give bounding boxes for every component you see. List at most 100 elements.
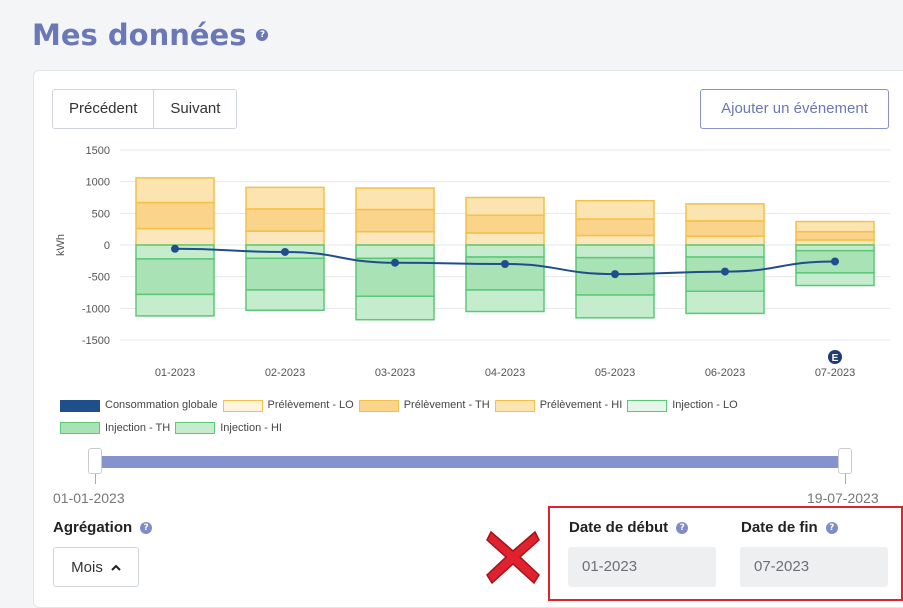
line-point — [501, 260, 509, 268]
aggregation-value: Mois — [71, 558, 103, 576]
legend-label: Injection - HI — [220, 421, 282, 434]
legend-label: Injection - TH — [105, 421, 171, 434]
x-tick-label: 01-2023 — [155, 367, 195, 379]
bar-segment — [465, 196, 545, 216]
aggregation-help-icon[interactable]: ? — [140, 521, 153, 534]
bar-segment — [245, 186, 325, 210]
range-start-tick — [95, 474, 96, 484]
legend-item[interactable]: Prélèvement - HI — [494, 396, 623, 415]
previous-button[interactable]: Précédent — [53, 90, 154, 128]
consumption-chart: 1500 1000 500 0 -500 -1000 -1500 kWh 01-2023 02-2… — [55, 145, 890, 379]
bar-segment — [575, 234, 655, 246]
x-tick-label: 03-2023 — [375, 367, 415, 379]
line-point — [281, 247, 289, 256]
event-marker-label: E — [832, 353, 839, 364]
chevron-up-icon — [111, 564, 121, 571]
bar-segment — [685, 290, 765, 315]
bar-segment — [685, 235, 765, 246]
aggregation-label: Agrégation ? — [53, 519, 153, 536]
x-tick-label: 02-2023 — [265, 367, 305, 379]
bar-segment — [245, 289, 325, 311]
y-tick-label: 0 — [104, 240, 110, 252]
line-point — [171, 244, 179, 253]
bar-segment — [355, 187, 435, 211]
bar-segment — [135, 258, 215, 296]
range-end-tick — [845, 474, 846, 484]
bar-segment — [465, 232, 545, 246]
bar-segment — [575, 218, 655, 237]
period-nav: Précédent Suivant — [52, 89, 238, 129]
legend-item[interactable]: Injection - TH — [60, 419, 170, 438]
line-point — [721, 267, 729, 276]
y-tick-label: -1000 — [82, 303, 110, 315]
bar-segment — [135, 177, 215, 204]
legend-swatch — [60, 422, 100, 434]
legend-label: Prélèvement - HI — [539, 399, 623, 411]
y-tick-label: -500 — [88, 272, 110, 284]
bar-segment — [795, 230, 875, 241]
next-button[interactable]: Suivant — [153, 90, 237, 128]
bar-segment — [465, 214, 545, 234]
legend-item[interactable]: Injection - LO — [627, 396, 738, 415]
bar-segment — [355, 244, 435, 260]
chart-legend: Consommation globale Prélèvement - LO Prél… — [60, 396, 840, 441]
date-range-slider-track[interactable] — [96, 456, 842, 468]
bar-segment — [245, 208, 325, 232]
bar-segment — [795, 239, 875, 246]
bar-segment — [245, 230, 325, 246]
bar-segment — [135, 293, 215, 317]
y-tick-label: 1500 — [86, 145, 110, 157]
legend-swatch — [60, 399, 100, 412]
legend-swatch — [222, 399, 263, 412]
highlight-box — [548, 506, 903, 601]
x-tick-label: 04-2023 — [485, 367, 525, 379]
legend-swatch — [358, 399, 399, 412]
range-end-label: 19-07-2023 — [807, 490, 879, 506]
bar-segment — [795, 220, 875, 233]
y-tick-label: 1000 — [86, 177, 110, 189]
bar-segment — [575, 244, 655, 259]
bar-segment — [245, 257, 325, 291]
bar-segment — [355, 230, 435, 246]
bar-segment — [795, 244, 875, 252]
bar-segment — [575, 199, 655, 220]
range-end-handle[interactable] — [838, 448, 852, 474]
add-event-button[interactable]: Ajouter un événement — [700, 89, 889, 129]
legend-label: Prélèvement - LO — [267, 399, 354, 411]
y-tick-label: -1500 — [82, 335, 110, 347]
legend-swatch — [494, 399, 535, 412]
x-tick-label: 07-2023 — [815, 367, 855, 379]
page-title: Mes données ? — [32, 18, 269, 52]
legend-label: Prélèvement - TH — [403, 399, 490, 411]
aggregation-label-text: Agrégation — [53, 519, 133, 536]
bar-segment — [135, 227, 215, 246]
bar-segment — [355, 295, 435, 321]
page-title-text: Mes données — [32, 18, 247, 52]
range-start-handle[interactable] — [88, 448, 102, 474]
legend-item[interactable]: Injection - HI — [175, 419, 282, 438]
range-start-label: 01-01-2023 — [53, 490, 125, 506]
bar-segment — [795, 272, 875, 287]
y-axis-label: kWh — [55, 234, 67, 256]
line-point — [391, 258, 399, 267]
legend-label: Injection - LO — [672, 399, 738, 411]
aggregation-select[interactable]: Mois — [53, 547, 139, 587]
legend-item[interactable]: Consommation globale — [60, 396, 218, 415]
legend-item[interactable]: Prélèvement - LO — [222, 396, 354, 415]
legend-swatch — [627, 399, 668, 412]
line-point — [831, 257, 839, 266]
bar-segment — [465, 244, 545, 258]
legend-swatch — [175, 422, 216, 434]
y-tick-label: 500 — [92, 208, 110, 220]
bar-segment — [135, 201, 215, 230]
bar-segment — [355, 208, 435, 233]
red-x-icon — [486, 530, 540, 585]
legend-item[interactable]: Prélèvement - TH — [358, 396, 490, 415]
bar-segment — [465, 289, 545, 313]
bar-segment — [685, 203, 765, 222]
event-marker: E — [828, 350, 842, 364]
bar-segment — [685, 220, 765, 237]
line-point — [611, 270, 619, 279]
help-icon[interactable]: ? — [256, 29, 269, 41]
x-tick-label: 05-2023 — [595, 367, 635, 379]
